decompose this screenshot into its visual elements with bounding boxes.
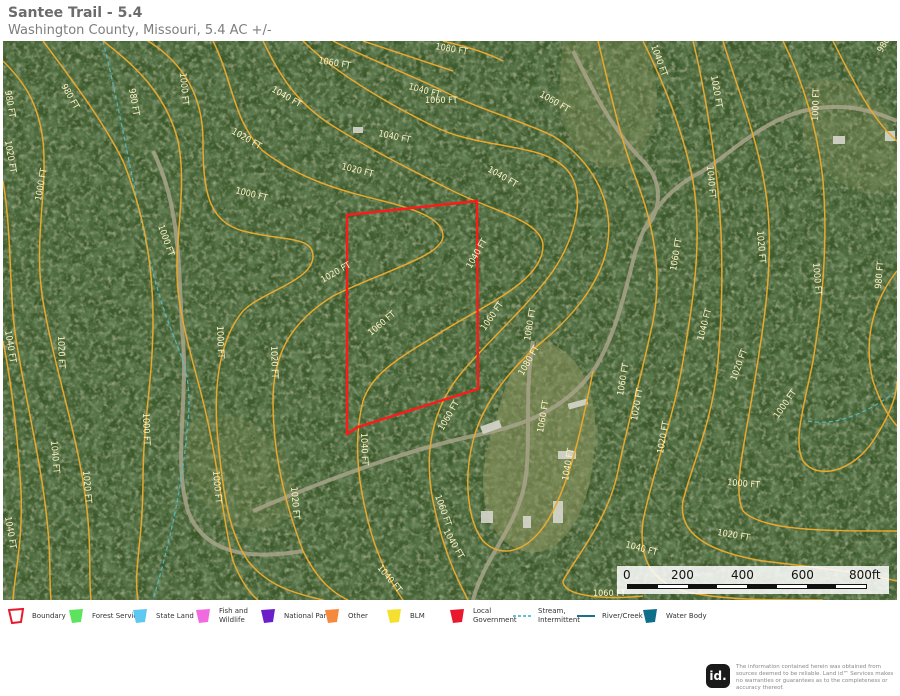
legend-item-blm: BLM bbox=[384, 606, 425, 626]
local-government-icon bbox=[450, 609, 464, 623]
legend-item-state-land: State Land bbox=[130, 606, 194, 626]
scale-label: 0 bbox=[623, 568, 631, 582]
map-header: Santee Trail - 5.4 Washington County, Mi… bbox=[8, 4, 272, 40]
scale-label: 800ft bbox=[849, 568, 881, 582]
scale-labels: 0 200 400 600 800ft bbox=[617, 568, 889, 582]
legend-label: State Land bbox=[156, 611, 194, 620]
contour-label: 1000 FT bbox=[811, 88, 822, 121]
contour-label: 1000 FT bbox=[140, 413, 151, 446]
legend-item-local-government: Local Government bbox=[447, 606, 521, 626]
contour-label: 1040 FT bbox=[358, 433, 369, 466]
legend-item-other: Other bbox=[322, 606, 368, 626]
blm-icon bbox=[387, 609, 401, 623]
page-subtitle: Washington County, Missouri, 5.4 AC +/- bbox=[8, 23, 272, 38]
scale-label: 200 bbox=[671, 568, 694, 582]
disclaimer: The information contained herein was obt… bbox=[736, 664, 894, 691]
contour-label: 1020 FT bbox=[55, 336, 66, 369]
national-park-icon bbox=[261, 609, 275, 623]
water-body-icon bbox=[643, 609, 657, 623]
map-canvas[interactable]: 980 FT 1080 FT 1060 FT 1040 FT 1020 FT 1… bbox=[3, 41, 897, 600]
other-land-icon bbox=[325, 609, 339, 623]
legend-item-forest-service: Forest Servic bbox=[66, 606, 137, 626]
satellite-map[interactable]: 980 FT 1080 FT 1060 FT 1040 FT 1020 FT 1… bbox=[3, 41, 897, 600]
stream-intermittent-icon bbox=[513, 615, 531, 617]
fish-wildlife-icon bbox=[196, 609, 210, 623]
legend-item-water-body: Water Body bbox=[640, 606, 707, 626]
legend-label: Water Body bbox=[666, 611, 707, 620]
scale-label: 600 bbox=[791, 568, 814, 582]
scale-track bbox=[627, 584, 867, 589]
legend-item-stream-intermittent: Stream, Intermittent bbox=[512, 606, 586, 626]
page-title: Santee Trail - 5.4 bbox=[8, 5, 143, 21]
landid-logo: id. bbox=[706, 664, 730, 688]
state-land-icon bbox=[133, 609, 147, 623]
legend-item-river-creek: River/Creek bbox=[576, 606, 643, 626]
footer: id. The information contained herein was… bbox=[706, 664, 896, 694]
legend-item-fish-wildlife: Fish and Wildlife bbox=[193, 606, 267, 626]
legend-label: River/Creek bbox=[602, 611, 643, 620]
legend-label: BLM bbox=[410, 611, 425, 620]
contour-label: 1000 FT bbox=[214, 326, 225, 359]
river-creek-icon bbox=[577, 615, 595, 617]
scale-bar: 0 200 400 600 800ft bbox=[617, 566, 889, 594]
scale-label: 400 bbox=[731, 568, 754, 582]
contour-label: 1020 FT bbox=[268, 346, 279, 379]
forest-service-icon bbox=[69, 609, 83, 623]
boundary-icon bbox=[7, 607, 25, 625]
legend-label: Other bbox=[348, 611, 368, 620]
legend-label: Boundary bbox=[32, 611, 66, 620]
legend-item-boundary: Boundary bbox=[6, 606, 66, 626]
map-legend: Boundary Forest Servic State Land Fish a… bbox=[6, 606, 896, 636]
legend-item-national-park: National Parl bbox=[258, 606, 328, 626]
contour-label: 1060 FT bbox=[425, 96, 458, 106]
